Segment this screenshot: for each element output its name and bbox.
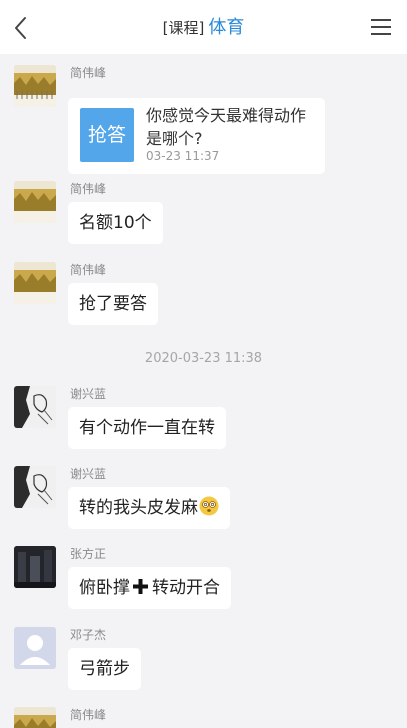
sender-name: 谢兴蓝	[70, 467, 107, 481]
message-bubble[interactable]: 弓箭步	[68, 648, 141, 690]
message-bubble[interactable]: 抢了要答	[68, 283, 158, 325]
title-prefix: [课程]	[162, 19, 205, 37]
message-item: 谢兴蓝 转的我头皮发麻	[0, 466, 407, 530]
menu-button[interactable]	[369, 16, 393, 38]
quiz-badge: 抢答	[80, 108, 134, 162]
avatar[interactable]	[14, 181, 56, 223]
heavy-plus-icon	[133, 579, 148, 594]
sender-name: 谢兴蓝	[70, 387, 107, 401]
quiz-time: 03-23 11:37	[146, 149, 220, 163]
avatar[interactable]	[14, 707, 56, 728]
sender-name: 简伟峰	[70, 263, 107, 277]
message-item: 简伟峰 抢答 你感觉今天最难得动作是哪个? 03-23 11:37	[0, 65, 407, 177]
avatar-sketch-icon	[14, 466, 56, 508]
avatar-photo-icon	[14, 262, 56, 304]
message-item: 简伟峰 抢了要答	[0, 262, 407, 326]
sender-name: 张方正	[70, 547, 107, 561]
avatar-sketch-icon	[14, 386, 56, 428]
hamburger-menu-icon	[371, 19, 391, 35]
message-item: 简伟峰 名额10个	[0, 181, 407, 245]
avatar[interactable]	[14, 546, 56, 588]
message-bubble[interactable]: 有个动作一直在转	[68, 407, 226, 449]
dizzy-face-emoji	[199, 496, 219, 516]
message-item: 张方正 俯卧撑 转动开合	[0, 546, 407, 610]
message-text: 俯卧撑	[79, 578, 130, 598]
avatar[interactable]	[14, 627, 56, 669]
default-user-icon	[14, 627, 56, 669]
avatar-photo-icon	[14, 181, 56, 223]
avatar-photo-icon	[14, 546, 56, 588]
message-bubble[interactable]: 俯卧撑 转动开合	[68, 567, 231, 609]
avatar[interactable]	[14, 65, 56, 107]
sender-name: 简伟峰	[70, 182, 107, 196]
message-item: 邓子杰 弓箭步	[0, 627, 407, 691]
quiz-card[interactable]: 抢答 你感觉今天最难得动作是哪个? 03-23 11:37	[68, 98, 325, 174]
quiz-question: 你感觉今天最难得动作是哪个?	[146, 106, 307, 148]
message-text: 转的我头皮发麻	[79, 498, 198, 518]
avatar[interactable]	[14, 386, 56, 428]
avatar[interactable]	[14, 466, 56, 508]
chat-list[interactable]: 简伟峰 抢答 你感觉今天最难得动作是哪个? 03-23 11:37 简伟峰 名额…	[0, 54, 407, 728]
timestamp-divider: 2020-03-23 11:38	[144, 351, 263, 366]
avatar[interactable]	[14, 262, 56, 304]
message-bubble[interactable]: 转的我头皮发麻	[68, 487, 230, 529]
message-item: 谢兴蓝 有个动作一直在转	[0, 386, 407, 450]
sender-name: 简伟峰	[70, 66, 107, 80]
top-bar: [课程] 体育	[0, 0, 407, 54]
avatar-photo-icon	[14, 65, 56, 107]
message-text: 转动开合	[152, 578, 220, 598]
sender-name: 简伟峰	[70, 708, 107, 722]
message-item: 简伟峰	[0, 707, 407, 728]
avatar-photo-icon	[14, 707, 56, 728]
title-name: 体育	[208, 17, 245, 38]
page-title: [课程] 体育	[0, 15, 407, 41]
message-bubble[interactable]: 名额10个	[68, 202, 163, 244]
sender-name: 邓子杰	[70, 628, 107, 642]
